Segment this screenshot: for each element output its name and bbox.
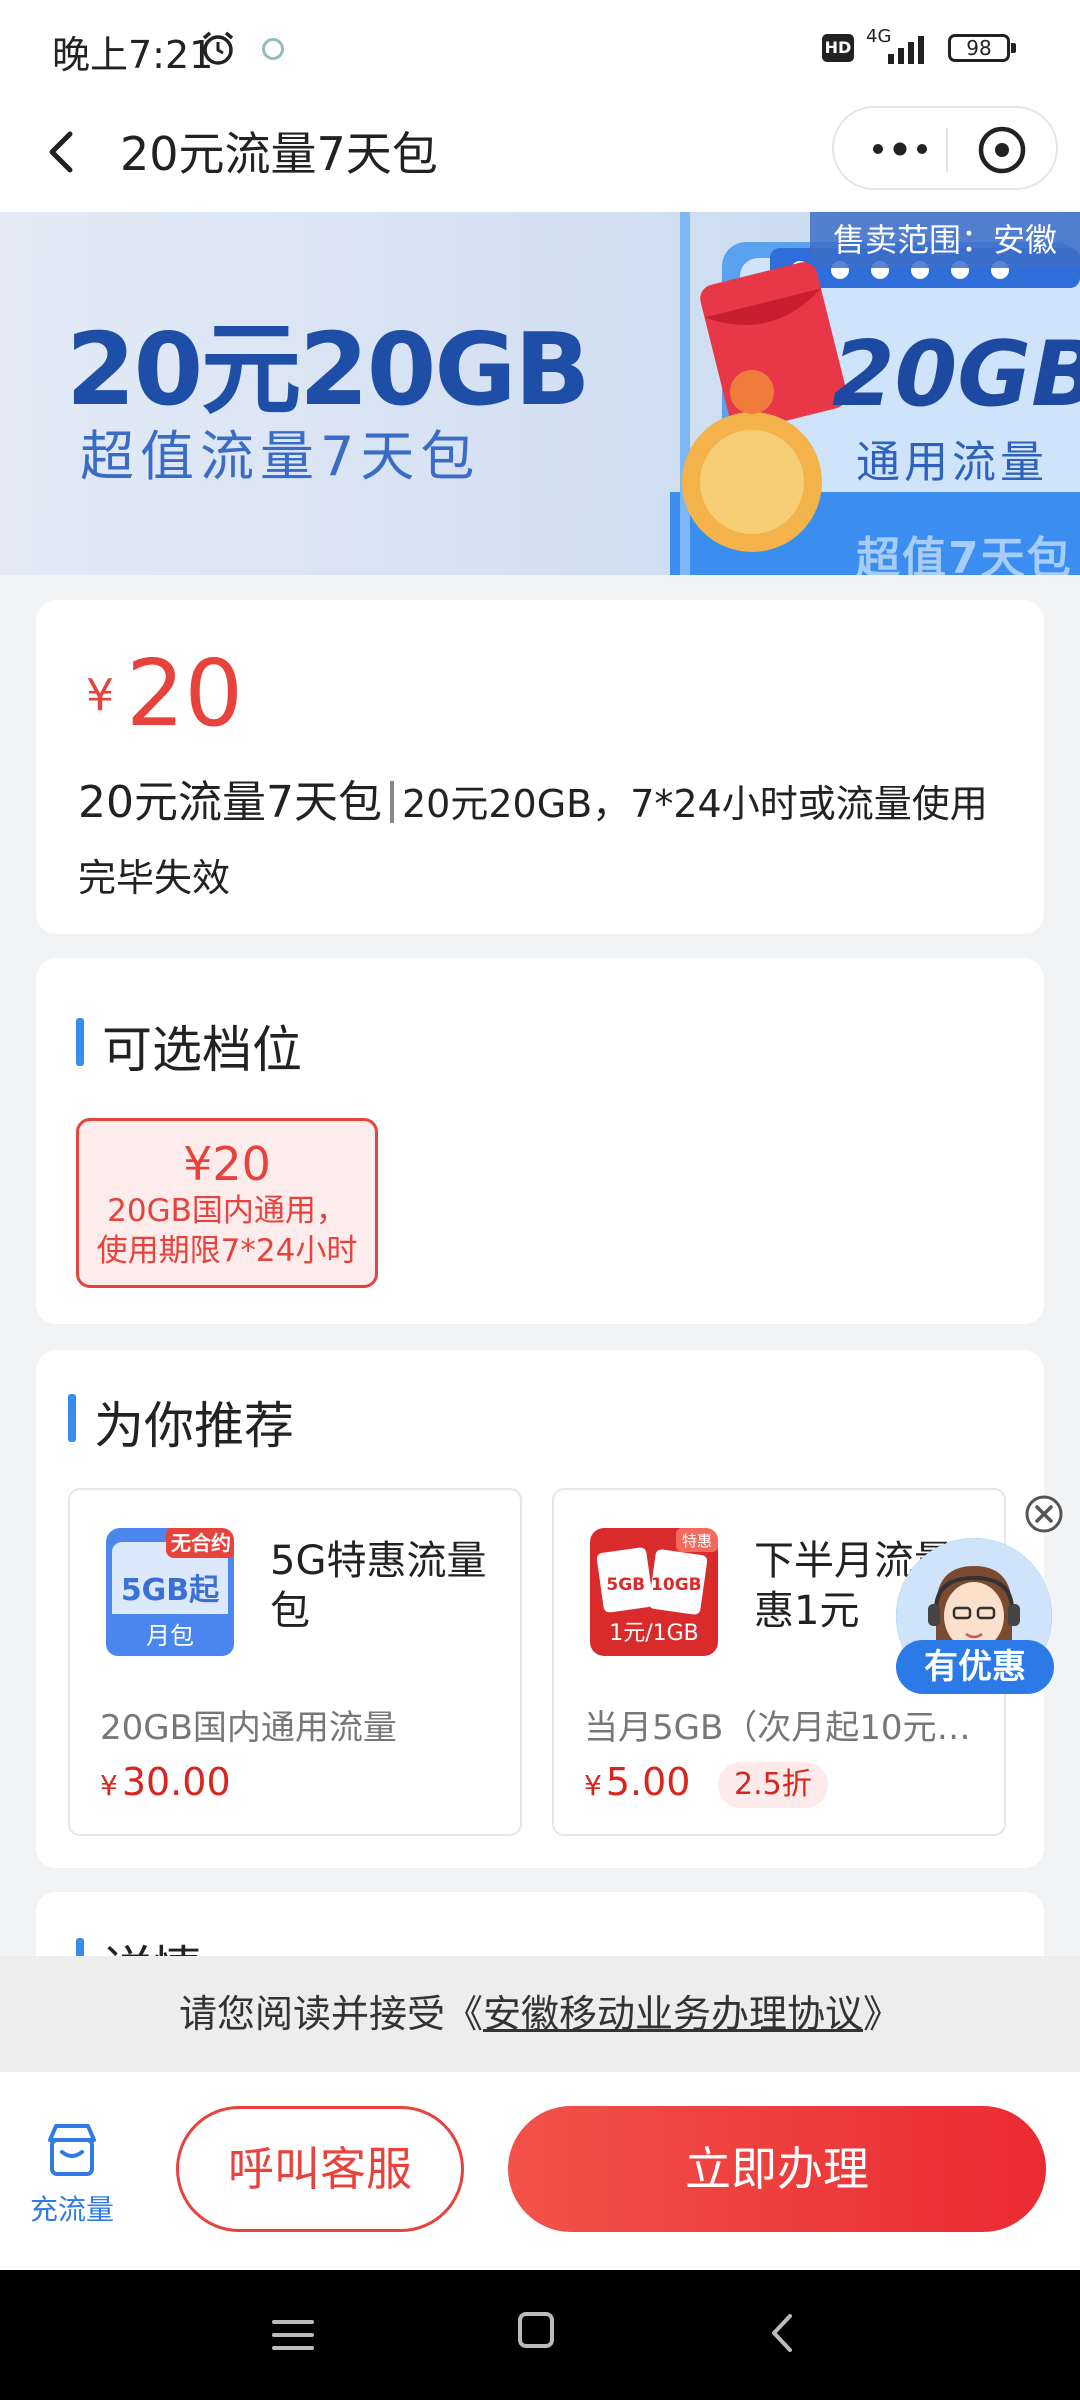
product-price: ¥5.00: [584, 1760, 690, 1804]
close-circle-icon[interactable]: [976, 124, 1028, 176]
currency-symbol: ¥: [584, 1769, 602, 1802]
banner-badge-caption: 超值7天包: [856, 533, 1073, 575]
product-desc: 当月5GB（次月起10元…: [584, 1708, 971, 1748]
sales-region-label: 售卖范围：安徽: [810, 212, 1080, 268]
price-card: ¥ 20 20元流量7天包 20元20GB，7*24小时或流量使用完毕失效: [36, 600, 1044, 934]
agreement-link[interactable]: 安徽移动业务办理协议: [483, 1992, 863, 2036]
product-description: 20元流量7天包 20元20GB，7*24小时或流量使用完毕失效: [78, 766, 1018, 915]
call-service-button[interactable]: 呼叫客服: [176, 2106, 464, 2232]
product-thumbnail: 5GB起 月包 无合约: [106, 1528, 234, 1656]
system-nav-bar: [0, 2270, 1080, 2400]
notification-dot-icon: [262, 38, 284, 60]
signal-icon: [888, 36, 924, 64]
shop-icon: [48, 2124, 96, 2176]
product-name: 5G特惠流量包: [270, 1538, 487, 1634]
price-value: 30.00: [121, 1760, 231, 1804]
alarm-icon: [202, 31, 234, 65]
discount-badge: 2.5折: [718, 1762, 828, 1808]
option-price: ¥20: [183, 1137, 271, 1191]
title-bar: 20元流量7天包: [0, 96, 1080, 212]
product-name: 20元流量7天包: [78, 777, 382, 828]
menu-icon[interactable]: [268, 2312, 318, 2358]
apply-now-button[interactable]: 立即办理: [508, 2106, 1046, 2232]
thumbnail-text: 5GB 10GB: [606, 1575, 701, 1595]
home-icon[interactable]: [516, 2310, 556, 2350]
capsule-divider: [946, 128, 948, 172]
hd-badge: HD: [822, 34, 854, 62]
battery-icon: 98: [948, 34, 1016, 62]
more-icon[interactable]: [862, 126, 938, 172]
thumbnail-tag: 特惠: [682, 1532, 712, 1550]
banner-badge-amount: 20GB: [832, 322, 1080, 427]
recommend-title: 为你推荐: [68, 1386, 294, 1458]
options-title: 可选档位: [76, 1010, 302, 1082]
divider: [389, 781, 394, 823]
recharge-label: 充流量: [29, 2193, 114, 2226]
currency-symbol: ¥: [100, 1769, 118, 1802]
page-title: 20元流量7天包: [120, 127, 438, 181]
agreement-suffix: 》: [863, 1992, 902, 2036]
thumbnail-text: 5GB起: [121, 1573, 220, 1608]
recharge-button[interactable]: 充流量: [22, 2118, 122, 2228]
product-thumbnail: 5GB 10GB 1元/1GB 特惠: [590, 1528, 718, 1656]
agreement-prefix: 请您阅读并接受《: [178, 1992, 483, 2036]
currency-symbol: ¥: [86, 670, 114, 721]
price-value: 5.00: [605, 1760, 691, 1804]
back-icon[interactable]: [764, 2310, 800, 2356]
banner-badge-label: 通用流量: [856, 437, 1048, 488]
close-circle-icon[interactable]: [1024, 1494, 1064, 1534]
thumbnail-tag: 无合约: [171, 1531, 231, 1555]
option-line-2: 使用期限7*24小时: [96, 1233, 358, 1269]
recommend-card: 为你推荐 5GB起 月包 无合约 5G特惠流量包 20GB国内通用流量 ¥30.…: [36, 1350, 1044, 1868]
recommend-product[interactable]: 5GB起 月包 无合约 5G特惠流量包 20GB国内通用流量 ¥30.00: [68, 1488, 522, 1836]
promo-banner: 20元20GB 超值流量7天包 售卖范围：安徽 20GB 通用流量 超值7天包: [0, 212, 1080, 575]
product-price: ¥30.00: [100, 1760, 231, 1804]
status-bar: 晚上7:21 HD 4G 98: [0, 0, 1080, 96]
option-line-1: 20GB国内通用，: [107, 1193, 347, 1229]
promo-float-badge[interactable]: 有优惠: [896, 1640, 1054, 1694]
thumbnail-sub: 1元/1GB: [609, 1621, 699, 1646]
product-price: 20: [126, 640, 244, 747]
status-time: 晚上7:21: [52, 33, 214, 77]
product-desc: 20GB国内通用流量: [100, 1708, 397, 1748]
options-card: 可选档位 ¥20 20GB国内通用， 使用期限7*24小时: [36, 958, 1044, 1324]
option-item[interactable]: ¥20 20GB国内通用， 使用期限7*24小时: [76, 1118, 378, 1288]
back-arrow-icon[interactable]: [34, 122, 94, 182]
agreement-bar: 请您阅读并接受《安徽移动业务办理协议》: [0, 1956, 1080, 2072]
mini-program-capsule: [832, 106, 1058, 190]
bottom-action-bar: 充流量 呼叫客服 立即办理: [0, 2072, 1080, 2270]
thumbnail-sub: 月包: [146, 1622, 194, 1650]
banner-subhead: 超值流量7天包: [80, 425, 481, 488]
